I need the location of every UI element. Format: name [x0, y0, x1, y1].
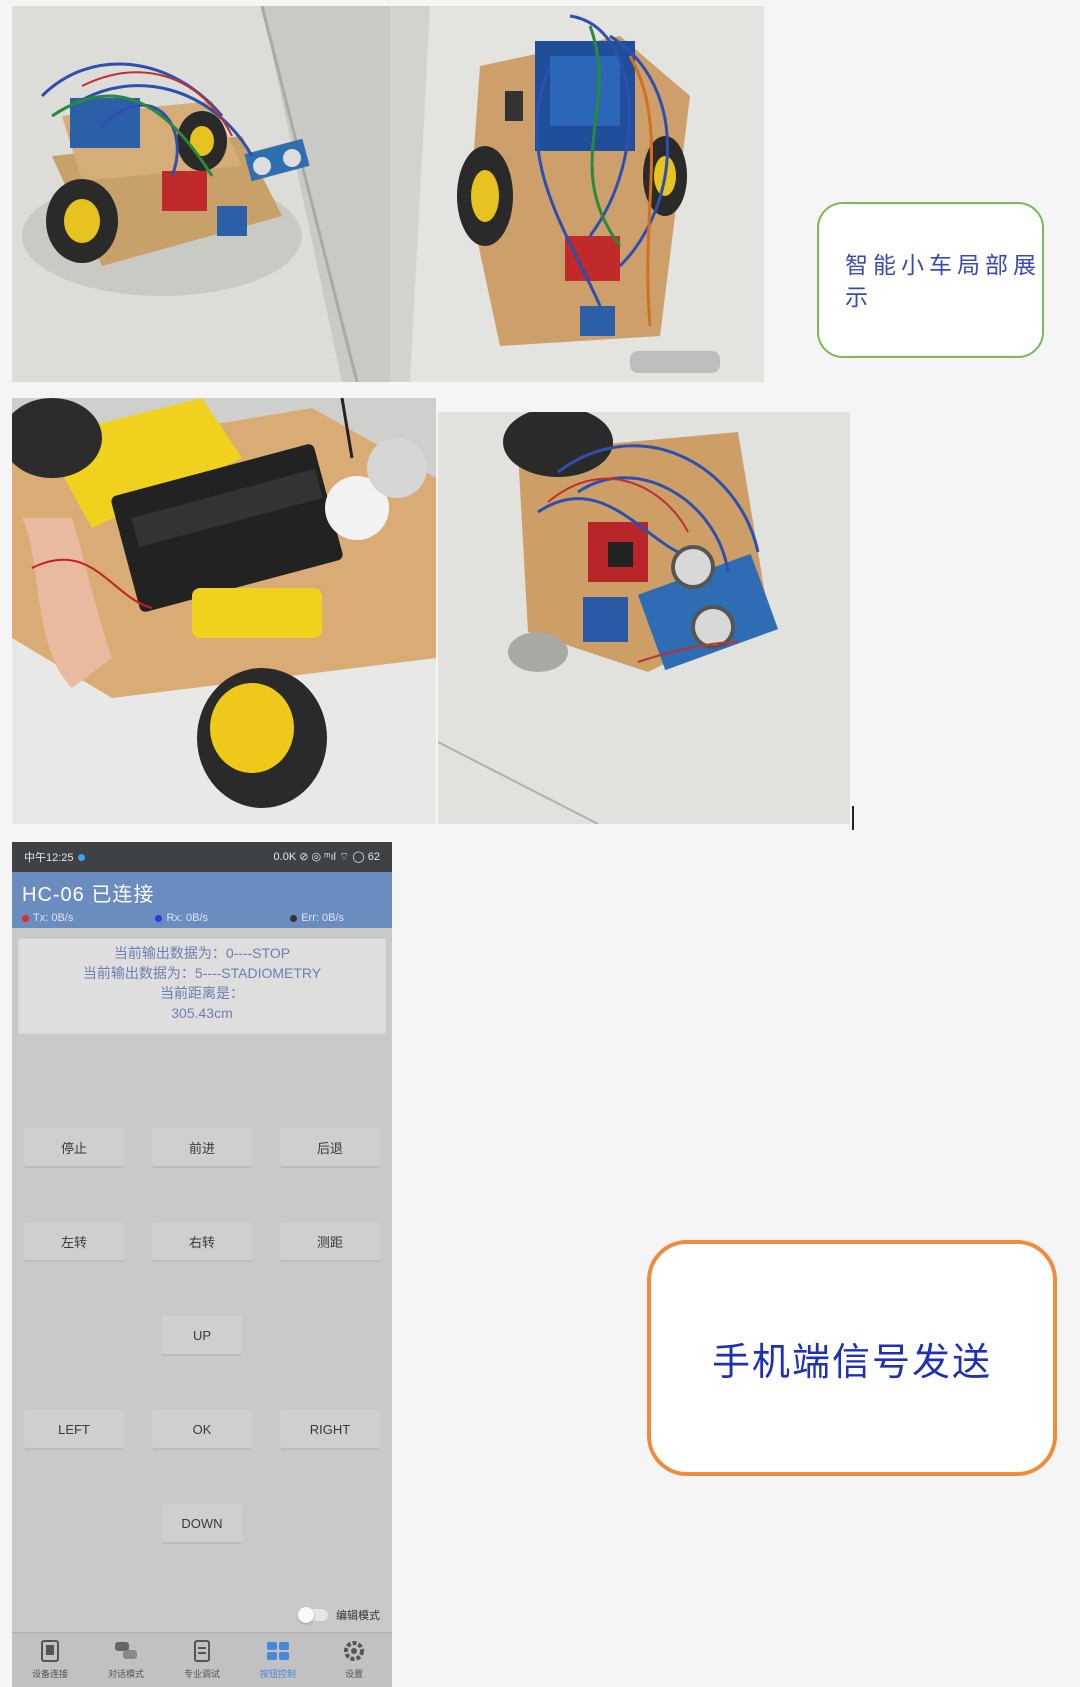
car-display-callout: 智能小车局部展示: [817, 202, 1044, 358]
up-button[interactable]: UP: [162, 1316, 242, 1354]
status-time: 中午12:25: [24, 852, 74, 864]
rx-rate-label: Rx: 0B/s: [166, 912, 209, 924]
err-rate-label: Err: 0B/s: [301, 912, 344, 924]
car-photo-sensor: [438, 412, 850, 824]
phone-send-callout: 手机端信号发送: [647, 1240, 1057, 1476]
nav-chat-mode[interactable]: 对话模式: [88, 1633, 164, 1687]
phone-send-caption: 手机端信号发送: [711, 1339, 992, 1384]
tx-rate-label: Tx: 0B/s: [33, 912, 74, 924]
turn-left-button[interactable]: 左转: [24, 1222, 124, 1260]
nav-button-control[interactable]: 按钮控制: [240, 1633, 316, 1687]
chat-bubbles-icon: [115, 1642, 137, 1659]
bottom-nav: 设备连接 对话模式 专业调试 按钮控制 设置: [12, 1632, 392, 1687]
grid-buttons-icon: [267, 1642, 289, 1660]
right-button[interactable]: RIGHT: [280, 1410, 380, 1448]
turn-right-button[interactable]: 右转: [152, 1222, 252, 1260]
nav-device-connect[interactable]: 设备连接: [12, 1633, 88, 1687]
debug-panel-icon: [194, 1640, 210, 1662]
nav-label: 按钮控制: [259, 1669, 296, 1679]
car-display-caption: 智能小车局部展示: [845, 253, 1041, 312]
shield-icon: [77, 853, 85, 861]
edit-mode-row: 编辑模式: [298, 1607, 380, 1623]
nav-label: 专业调试: [183, 1669, 220, 1679]
err-dot-icon: [290, 914, 298, 922]
output-info-box: 当前输出数据为：0----STOP 当前输出数据为：5----STADIOMET…: [18, 938, 386, 1034]
back-button[interactable]: 后退: [280, 1128, 380, 1166]
nav-label: 对话模式: [107, 1669, 144, 1679]
left-button[interactable]: LEFT: [24, 1410, 124, 1448]
transfer-rates: Tx: 0B/s Rx: 0B/s Err: 0B/s: [22, 912, 344, 924]
rx-rate: Rx: 0B/s: [155, 912, 208, 924]
device-title: HC-06 已连接: [22, 884, 155, 906]
nav-pro-debug[interactable]: 专业调试: [164, 1633, 240, 1687]
stop-button[interactable]: 停止: [24, 1128, 124, 1166]
status-bar: 中午12:25 0.0K ⊘ ◎ ᵐıl ⌔ ◯ 62: [12, 842, 392, 872]
gear-icon: [344, 1641, 364, 1661]
car-photo-battery: [12, 398, 436, 824]
status-indicators: 0.0K ⊘ ◎ ᵐıl ⌔ ◯ 62: [273, 851, 380, 863]
output-line-2: 当前输出数据为：5----STADIOMETRY: [82, 965, 322, 981]
edit-mode-label: 编辑模式: [336, 1610, 380, 1622]
down-button[interactable]: DOWN: [162, 1504, 242, 1542]
output-line-3: 当前距离是：: [160, 985, 244, 1001]
app-header: HC-06 已连接 Tx: 0B/s Rx: 0B/s Err: 0B/s: [12, 872, 392, 928]
car-photo-side: [12, 6, 390, 382]
nav-label: 设置: [344, 1669, 363, 1679]
measure-distance-button[interactable]: 测距: [280, 1222, 380, 1260]
ok-button[interactable]: OK: [152, 1410, 252, 1448]
text-cursor-mark: [852, 806, 854, 830]
tx-dot-icon: [22, 914, 29, 922]
nav-settings[interactable]: 设置: [316, 1633, 392, 1687]
car-photo-top: [390, 6, 764, 382]
phone-screenshot: 中午12:25 0.0K ⊘ ◎ ᵐıl ⌔ ◯ 62 HC-06 已连接 Tx…: [12, 842, 392, 1687]
tx-rate: Tx: 0B/s: [22, 912, 73, 924]
rx-dot-icon: [155, 914, 163, 922]
forward-button[interactable]: 前进: [152, 1128, 252, 1166]
distance-value: 305.43cm: [171, 1005, 233, 1021]
nav-label: 设备连接: [31, 1669, 68, 1679]
output-line-1: 当前输出数据为：0----STOP: [113, 945, 291, 961]
edit-mode-toggle[interactable]: [298, 1607, 328, 1623]
phone-device-icon: [41, 1640, 59, 1662]
err-rate: Err: 0B/s: [290, 912, 344, 924]
